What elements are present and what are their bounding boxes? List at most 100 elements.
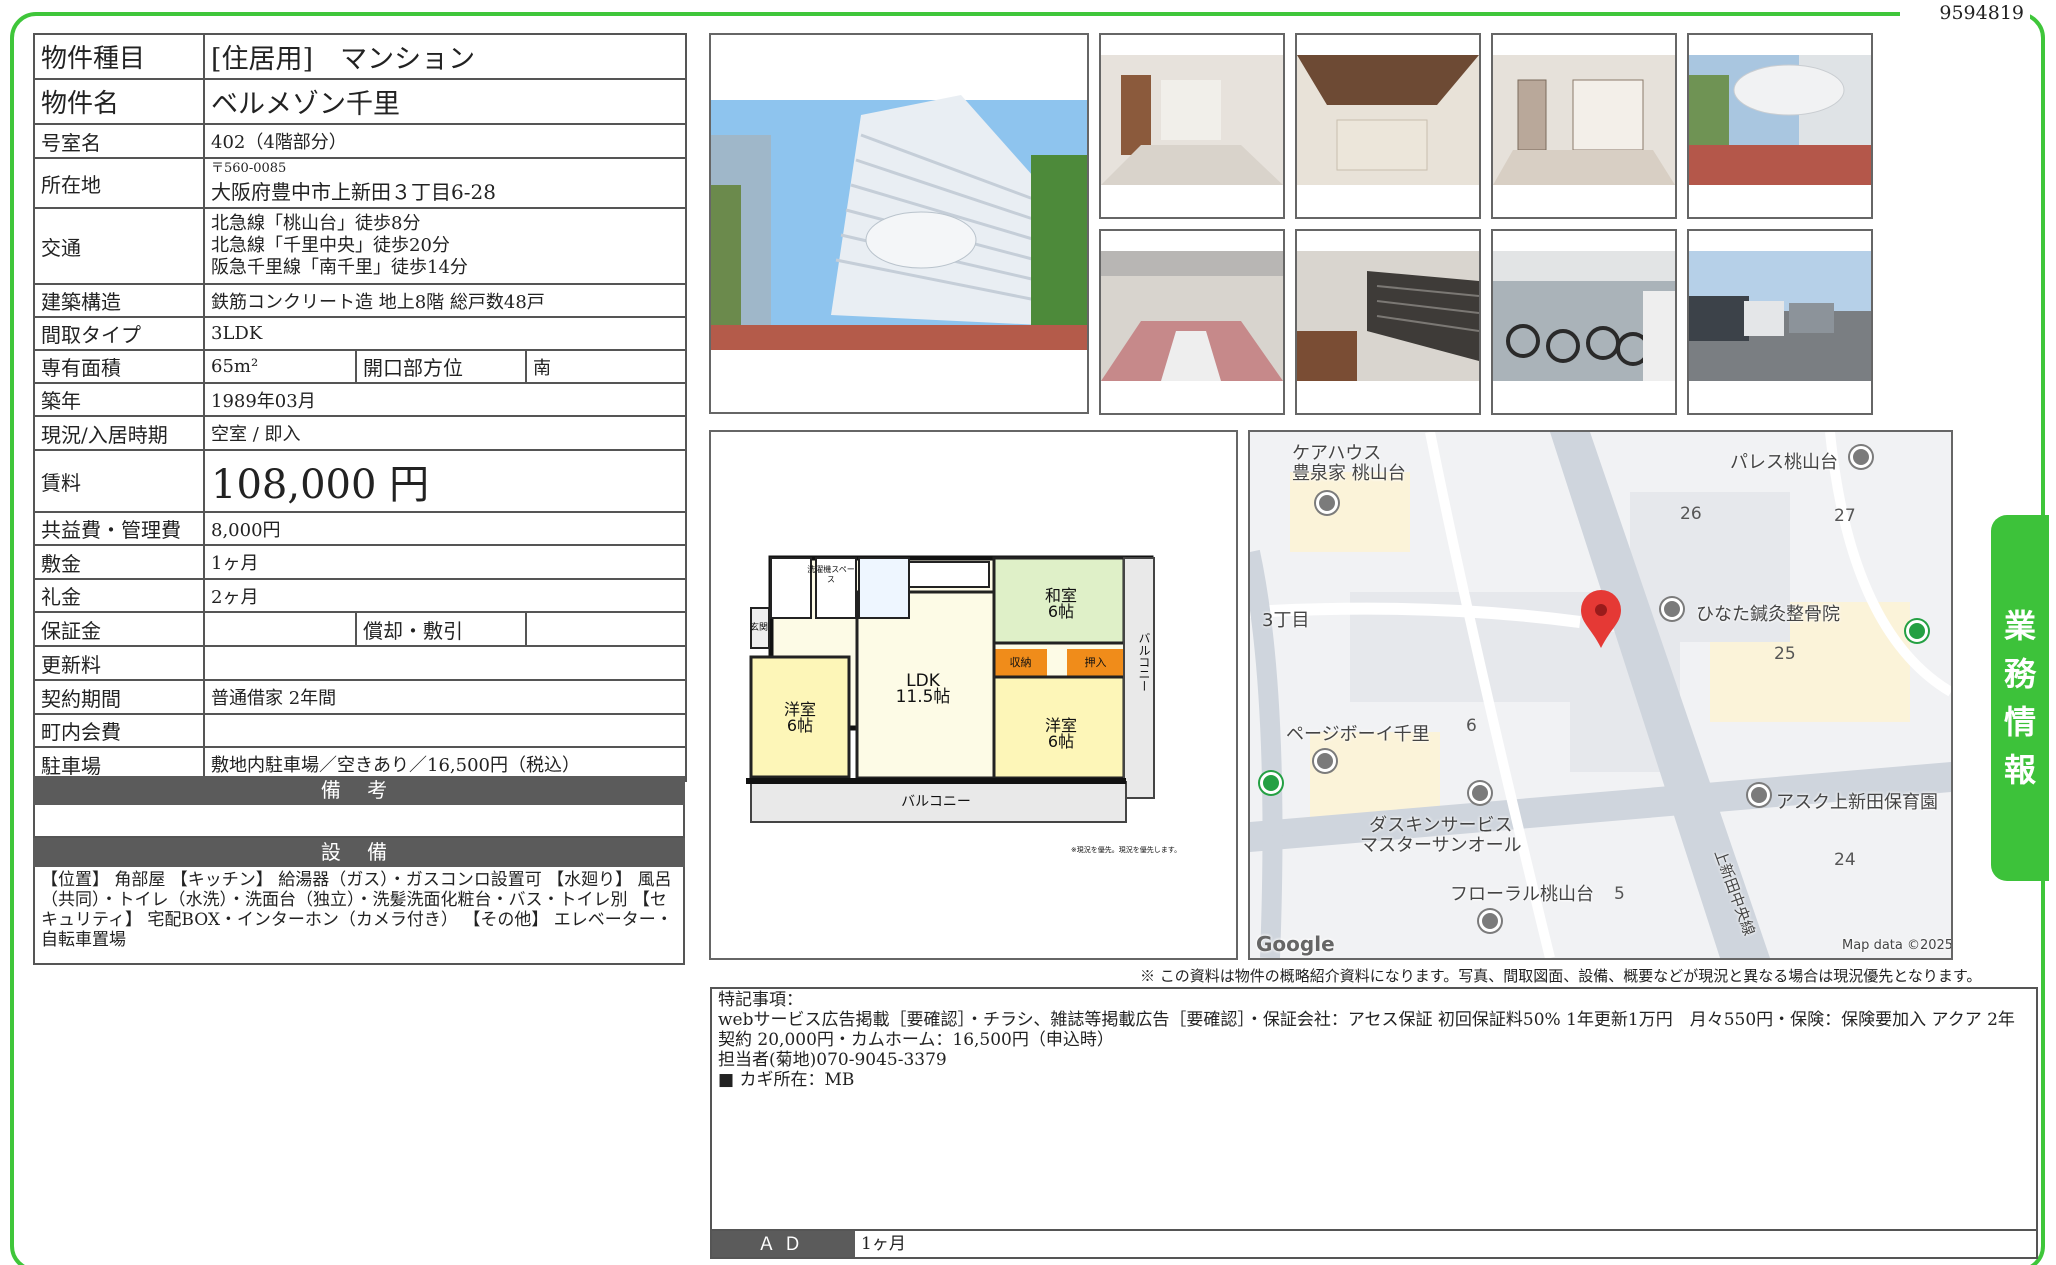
memo-box bbox=[33, 805, 685, 838]
area-value: 65m² bbox=[203, 349, 357, 384]
interior-photo-1[interactable] bbox=[1099, 33, 1285, 219]
map-label-carehouse: ケアハウス 豊泉家 桃山台 bbox=[1292, 444, 1406, 484]
rent-value: 108,000 円 bbox=[202, 449, 688, 513]
keymoney-value: 2ヶ月 bbox=[202, 578, 688, 613]
poi-marker[interactable] bbox=[1479, 910, 1501, 932]
room-image bbox=[1493, 35, 1675, 217]
bicycle-parking-photo[interactable] bbox=[1491, 229, 1677, 415]
ad-row: ＡＤ 1ヶ月 bbox=[710, 1229, 2038, 1259]
building-exterior-photo[interactable] bbox=[709, 33, 1089, 414]
lobby-image bbox=[1101, 231, 1283, 413]
interior-photo-3[interactable] bbox=[1491, 33, 1677, 219]
lobby-photo[interactable] bbox=[1099, 229, 1285, 415]
special-remarks: 特記事項： webサービス広告掲載［要確認］・チラシ、雑誌等掲載広告［要確認］・… bbox=[710, 987, 2038, 1259]
community-label: 町内会費 bbox=[33, 713, 205, 748]
remarks-contact: 担当者(菊地)070-9045-3379 bbox=[718, 1050, 947, 1070]
equipment-text: 【位置】 角部屋 【キッチン】 給湯器（ガス）・ガスコンロ設置可 【水廻り】 風… bbox=[33, 867, 685, 965]
access-line: 北急線「千里中央」徒歩20分 bbox=[211, 235, 450, 256]
entrance-label: 玄関 bbox=[749, 623, 768, 633]
entrance-photo[interactable] bbox=[1687, 33, 1873, 219]
park-marker[interactable] bbox=[1260, 772, 1282, 794]
mailbox-photo[interactable] bbox=[1295, 229, 1481, 415]
washitsu-size: 6帖 bbox=[1047, 602, 1075, 621]
ad-label: ＡＤ bbox=[712, 1231, 855, 1257]
closet-label: 押入 bbox=[1084, 656, 1107, 669]
bathroom-image bbox=[1297, 35, 1479, 217]
built-label: 築年 bbox=[33, 382, 205, 417]
balcony-bottom-label: バルコニー bbox=[901, 794, 971, 810]
map-label-3chome: 3丁目 bbox=[1262, 610, 1310, 631]
address-cell: 〒560-0085 大阪府豊中市上新田３丁目6-28 bbox=[202, 157, 688, 209]
school-marker[interactable] bbox=[1748, 784, 1770, 806]
balcony-side-label: バルコニー bbox=[1137, 632, 1151, 692]
building-exterior-image bbox=[711, 35, 1087, 412]
rent-label: 賃料 bbox=[33, 449, 205, 513]
remarks-title: 特記事項： bbox=[718, 990, 803, 1010]
remarks-line: webサービス広告掲載［要確認］・チラシ、雑誌等掲載広告［要確認］・保証会社：ア… bbox=[718, 1010, 2015, 1050]
floor-plan-note: ※現況を優先。現況を優先します。 bbox=[1070, 846, 1182, 854]
renewal-label: 更新料 bbox=[33, 645, 205, 681]
entrance-image bbox=[1689, 35, 1871, 217]
poi-marker[interactable] bbox=[1316, 492, 1338, 514]
amortization-label: 償却・敷引 bbox=[355, 611, 527, 647]
structure-label: 建築構造 bbox=[33, 283, 205, 318]
orientation-value: 南 bbox=[524, 349, 688, 384]
document-id: 9594819 bbox=[1900, 2, 2030, 26]
floor-plan[interactable]: LDK 11.5帖 和室 6帖 洋室 6帖 洋室 6帖 収納 押入 バルコニー バルコニ… bbox=[709, 430, 1238, 960]
poi-marker[interactable] bbox=[1469, 782, 1491, 804]
side-tab-char: 務 bbox=[2003, 655, 2036, 693]
washitsu-label: 和室 6帖 bbox=[1011, 588, 1111, 620]
yoshitsu-left-label: 洋室 6帖 bbox=[751, 702, 849, 734]
amortization-value bbox=[524, 611, 688, 647]
fee-value: 8,000円 bbox=[202, 511, 688, 546]
room-label: 号室名 bbox=[33, 123, 205, 159]
remarks-key-location: ■ カギ所在：MB bbox=[718, 1070, 855, 1090]
community-value bbox=[202, 713, 688, 748]
yoshitsu-right-label: 洋室 6帖 bbox=[1011, 718, 1111, 750]
keymoney-label: 礼金 bbox=[33, 578, 205, 613]
washer-label: 洗濯機スペース bbox=[807, 565, 855, 584]
map-attribution: Map data ©2025 bbox=[1842, 938, 1953, 953]
room-value: 402（4階部分） bbox=[202, 123, 688, 159]
side-tab-char: 情 bbox=[2003, 703, 2036, 741]
guarantee-value bbox=[203, 611, 357, 647]
interior-photo-2[interactable] bbox=[1295, 33, 1481, 219]
poi-marker[interactable] bbox=[1850, 446, 1872, 468]
parking-lot-photo[interactable] bbox=[1687, 229, 1873, 415]
location-map[interactable]: ケアハウス 豊泉家 桃山台 パレス桃山台 ひなた鍼灸整骨院 3丁目 ページボーイ千… bbox=[1248, 430, 1953, 960]
storage-label: 収納 bbox=[1009, 656, 1032, 669]
block-number: 24 bbox=[1834, 850, 1856, 870]
map-label-hinata: ひなた鍼灸整骨院 bbox=[1696, 604, 1840, 625]
access-cell: 北急線「桃山台」徒歩8分 北急線「千里中央」徒歩20分 阪急千里線「南千里」徒歩14… bbox=[202, 207, 688, 285]
ldk-size: 11.5帖 bbox=[895, 687, 951, 707]
renewal-value bbox=[202, 645, 688, 681]
interior-image bbox=[1101, 35, 1283, 217]
disclaimer-note: ※ この資料は物件の概略紹介資料になります。写真、間取図面、設備、概要などが現況… bbox=[1140, 967, 1982, 985]
mailbox-image bbox=[1297, 231, 1479, 413]
floor-plan-drawing bbox=[746, 555, 1155, 823]
side-tab-char: 報 bbox=[2003, 751, 2036, 789]
deposit-label: 敷金 bbox=[33, 544, 205, 580]
layout-value: 3LDK bbox=[202, 316, 688, 351]
access-line: 北急線「桃山台」徒歩8分 bbox=[211, 213, 421, 234]
type-label: 物件種目 bbox=[33, 33, 205, 80]
contract-value: 普通借家 2年間 bbox=[202, 679, 688, 715]
map-label-ask: アスク上新田保育園 bbox=[1776, 792, 1938, 813]
address-label: 所在地 bbox=[33, 157, 205, 209]
poi-marker[interactable] bbox=[1661, 598, 1683, 620]
business-info-tab[interactable]: 業 務 情 報 bbox=[1991, 515, 2049, 881]
orientation-label: 開口部方位 bbox=[355, 349, 527, 384]
map-label-duskin: ダスキンサービス マスターサンオール bbox=[1360, 816, 1522, 856]
postal-code: 〒560-0085 bbox=[211, 160, 287, 176]
map-label-pageboy: ページボーイ千里 bbox=[1286, 724, 1430, 745]
park-marker[interactable] bbox=[1906, 620, 1928, 642]
map-label-carehouse-line2: 豊泉家 桃山台 bbox=[1292, 463, 1406, 484]
yoshitsu-left-size: 6帖 bbox=[786, 716, 814, 735]
map-label-carehouse-line1: ケアハウス bbox=[1292, 443, 1382, 464]
contract-label: 契約期間 bbox=[33, 679, 205, 715]
guarantee-label: 保証金 bbox=[33, 611, 205, 647]
poi-marker[interactable] bbox=[1314, 750, 1336, 772]
property-info-table: 物件種目 [住居用] マンション 物件名 ベルメゾン千里 号室名 402（4階部分） … bbox=[33, 33, 688, 782]
type-value: [住居用] マンション bbox=[202, 33, 688, 80]
ldk-label: LDK 11.5帖 bbox=[873, 673, 973, 707]
